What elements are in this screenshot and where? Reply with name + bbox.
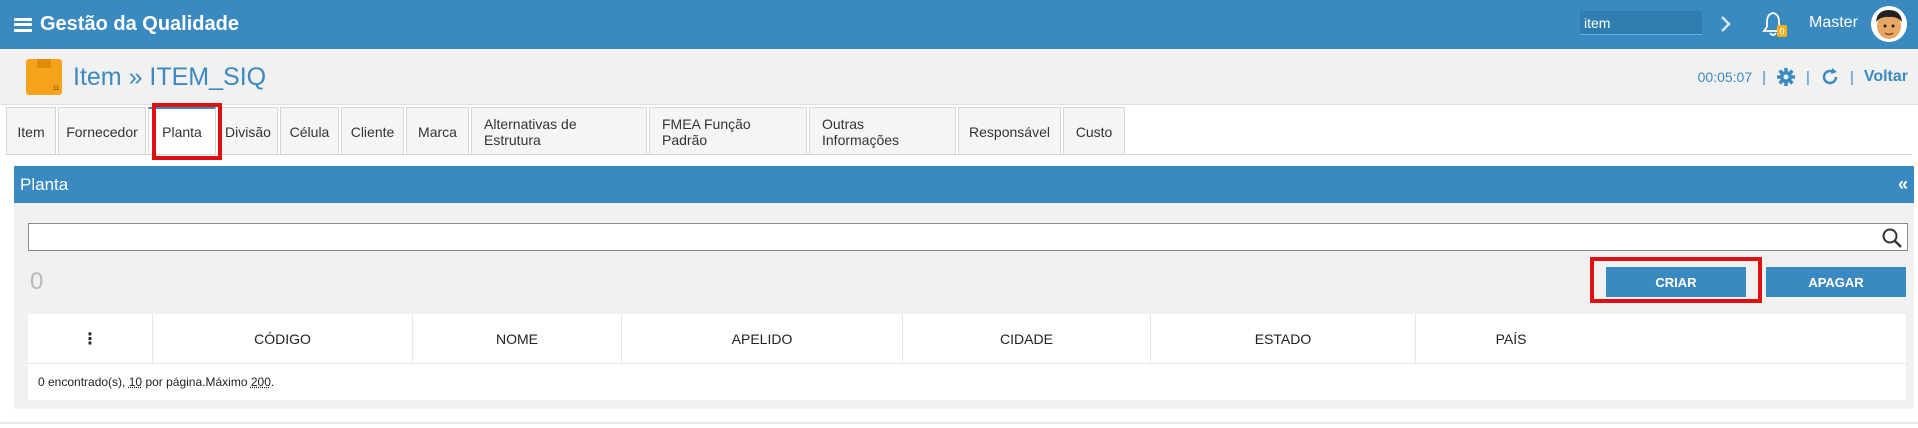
title-tools: 00:05:07 | | | Voltar	[1698, 67, 1908, 87]
user-avatar[interactable]	[1871, 6, 1907, 42]
package-icon: 11	[26, 59, 62, 95]
panel-header: Planta «	[14, 166, 1914, 203]
create-button[interactable]: CRIAR	[1606, 267, 1746, 297]
column-menu-icon[interactable]: ⋮	[28, 314, 153, 363]
page-title: Item » ITEM_SIQ	[73, 63, 267, 91]
chevron-right-icon[interactable]	[1716, 12, 1736, 36]
column-nome[interactable]: NOME	[413, 314, 622, 363]
per-page-select[interactable]: 10	[129, 375, 142, 389]
tab-divider	[6, 154, 1912, 155]
tab-fmea-funcao-padrao[interactable]: FMEA Função Padrão	[649, 107, 807, 155]
tab-planta[interactable]: Planta	[148, 107, 216, 155]
svg-text:11: 11	[53, 86, 60, 92]
session-timer: 00:05:07	[1697, 69, 1753, 85]
avatar-icon	[1871, 6, 1907, 42]
tab-celula[interactable]: Célula	[280, 107, 339, 155]
global-search-input[interactable]	[1580, 11, 1702, 35]
separator: |	[1849, 68, 1854, 86]
tab-bar: Item Fornecedor Planta Divisão Célula Cl…	[6, 107, 1127, 155]
column-codigo[interactable]: CÓDIGO	[153, 314, 413, 363]
max-select[interactable]: 200	[251, 375, 271, 389]
hamburger-menu-icon[interactable]	[14, 17, 32, 32]
record-count: 0	[30, 268, 44, 295]
tab-alternativas-estrutura[interactable]: Alternativas de Estrutura	[471, 107, 647, 155]
panel-title: Planta	[20, 174, 69, 194]
bell-badge: 0	[1779, 27, 1784, 37]
pagination-footer: 0 encontrado(s), 10 por página. Máximo 20…	[28, 364, 1906, 400]
column-cidade[interactable]: CIDADE	[903, 314, 1151, 363]
search-icon[interactable]	[1881, 227, 1903, 249]
tab-custo[interactable]: Custo	[1063, 107, 1125, 155]
panel-search	[28, 223, 1908, 251]
title-bar: 11 Item » ITEM_SIQ 00:05:07 | | | Voltar	[0, 49, 1918, 105]
max-text: Máximo	[205, 375, 248, 389]
collapse-button[interactable]: «	[1898, 174, 1908, 195]
planta-panel: Planta « 0 CRIAR APAGAR ⋮ CÓDIGO NOME AP…	[14, 166, 1914, 409]
bottom-divider	[0, 422, 1918, 424]
tab-outras-informacoes[interactable]: Outras Informações	[809, 107, 956, 155]
tab-responsavel[interactable]: Responsável	[958, 107, 1061, 155]
refresh-icon[interactable]	[1820, 67, 1840, 87]
column-apelido[interactable]: APELIDO	[622, 314, 903, 363]
table-header: ⋮ CÓDIGO NOME APELIDO CIDADE ESTADO PAÍS	[28, 314, 1906, 364]
tab-cliente[interactable]: Cliente	[341, 107, 404, 155]
app-title: Gestão da Qualidade	[40, 13, 239, 35]
back-link[interactable]: Voltar	[1864, 68, 1908, 86]
top-bar: Gestão da Qualidade 0 Master	[0, 0, 1918, 49]
separator: |	[1762, 68, 1767, 86]
panel-search-input[interactable]	[29, 224, 1907, 250]
planta-table: ⋮ CÓDIGO NOME APELIDO CIDADE ESTADO PAÍS…	[28, 314, 1906, 400]
found-text: 0 encontrado(s),	[38, 375, 126, 389]
bell-icon[interactable]: 0	[1762, 10, 1788, 38]
user-name[interactable]: Master	[1809, 14, 1858, 32]
tab-divisao[interactable]: Divisão	[218, 107, 278, 155]
tab-marca[interactable]: Marca	[406, 107, 469, 155]
footer-end: .	[270, 375, 275, 389]
column-estado[interactable]: ESTADO	[1151, 314, 1416, 363]
gear-icon[interactable]	[1776, 67, 1796, 87]
per-page-text: por página.	[145, 375, 206, 389]
tab-item[interactable]: Item	[6, 107, 56, 155]
delete-button[interactable]: APAGAR	[1766, 267, 1906, 297]
separator: |	[1806, 68, 1810, 86]
column-pais[interactable]: PAÍS	[1416, 314, 1606, 363]
tab-fornecedor[interactable]: Fornecedor	[58, 107, 146, 155]
